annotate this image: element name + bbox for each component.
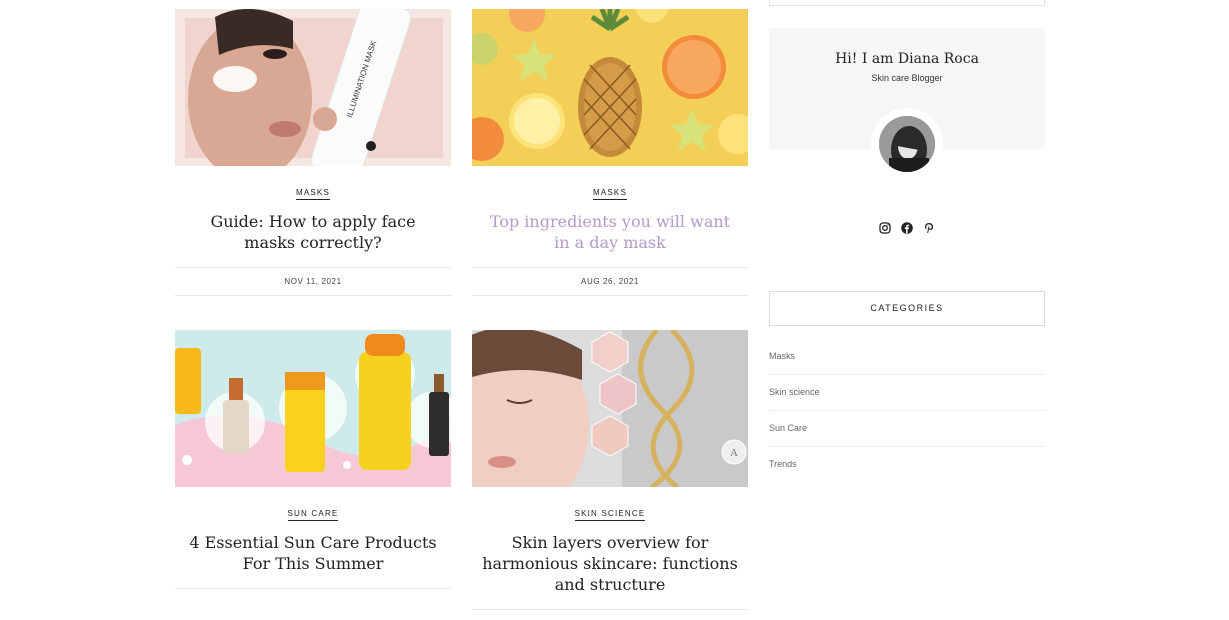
social-links — [769, 221, 1045, 239]
post-date: AUG 26, 2021 — [472, 267, 748, 296]
post-title[interactable]: Top ingredients you will want in a day m… — [480, 211, 740, 253]
face-mask-image: ILLUMINATION MASK — [175, 9, 451, 166]
post-title[interactable]: Skin layers overview for harmonious skin… — [480, 532, 740, 595]
about-name: Hi! I am Diana Roca — [835, 51, 979, 67]
sun-care-products-image — [175, 330, 451, 487]
category-link[interactable]: Trends — [769, 447, 1045, 482]
post-thumbnail[interactable] — [472, 9, 748, 166]
category-link[interactable]: Sun Care — [769, 411, 1045, 447]
instagram-icon[interactable] — [878, 221, 891, 239]
post-card: A SKIN SCIENCE Skin layers overview for … — [472, 330, 748, 620]
avatar-frame — [871, 108, 943, 180]
post-card: SUN CARE 4 Essential Sun Care Products F… — [175, 330, 451, 599]
search-widget — [769, 0, 1045, 6]
svg-text:A: A — [730, 447, 738, 459]
fruit-image — [472, 9, 748, 166]
avatar — [879, 116, 935, 172]
post-thumbnail[interactable]: A — [472, 330, 748, 487]
post-thumbnail[interactable] — [175, 330, 451, 487]
post-category-link[interactable]: MASKS — [295, 188, 330, 200]
post-category-link[interactable]: SUN CARE — [287, 509, 339, 521]
post-date: NOV 11, 2021 — [175, 267, 451, 296]
skin-science-image: A — [472, 330, 748, 487]
post-thumbnail[interactable]: ILLUMINATION MASK — [175, 9, 451, 166]
post-card: ILLUMINATION MASK MASKS Guide: How to ap… — [175, 9, 451, 296]
post-category-link[interactable]: MASKS — [592, 188, 627, 200]
post-title[interactable]: Guide: How to apply face masks correctly… — [183, 211, 443, 253]
categories-list: Masks Skin science Sun Care Trends — [769, 339, 1045, 482]
post-category-link[interactable]: SKIN SCIENCE — [574, 509, 646, 521]
post-title[interactable]: 4 Essential Sun Care Products For This S… — [183, 532, 443, 574]
pinterest-icon[interactable] — [923, 221, 935, 239]
category-link[interactable]: Skin science — [769, 375, 1045, 411]
post-card: MASKS Top ingredients you will want in a… — [472, 9, 748, 296]
categories-heading: CATEGORIES — [769, 291, 1045, 326]
about-role: Skin care Blogger — [871, 73, 943, 83]
post-meta — [472, 609, 748, 620]
category-link[interactable]: Masks — [769, 339, 1045, 375]
facebook-icon[interactable] — [901, 221, 913, 239]
